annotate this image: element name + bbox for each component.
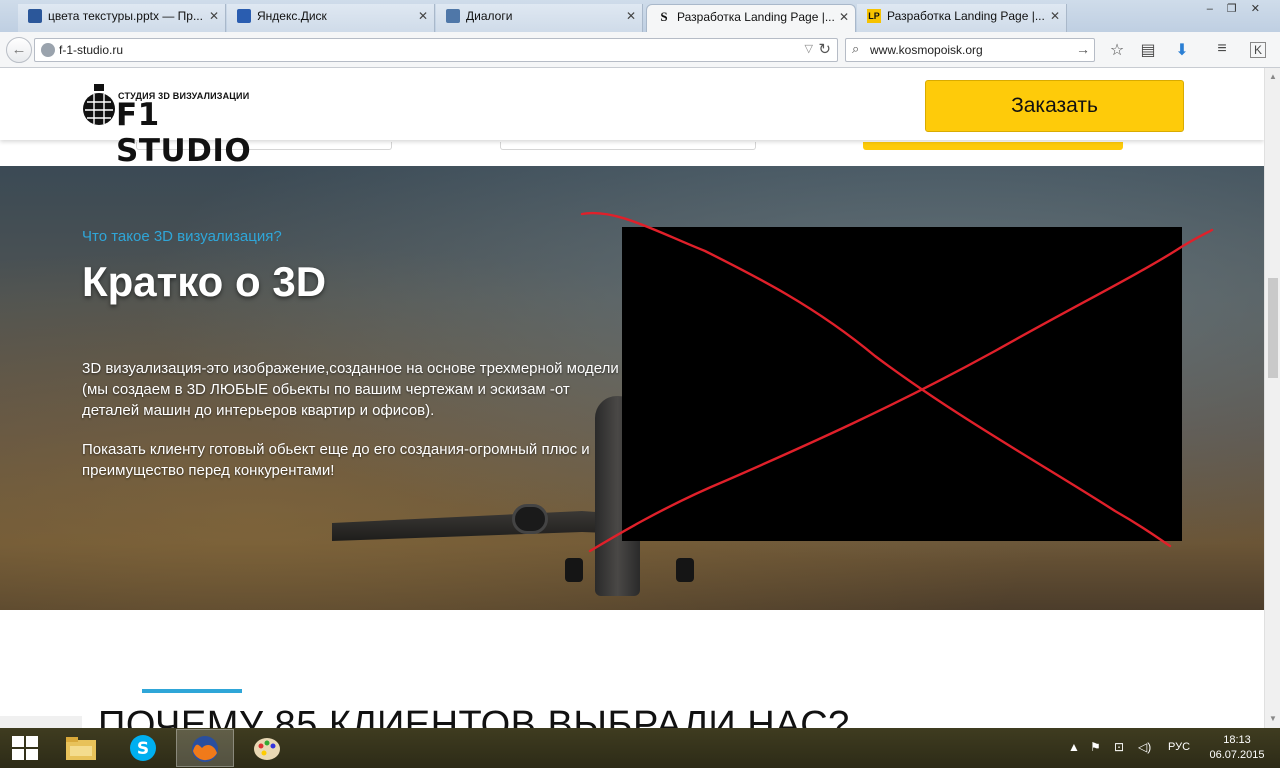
address-bar[interactable]: f-1-studio.ru ▽ ↻: [34, 38, 838, 62]
site-logo[interactable]: СТУДИЯ 3D ВИЗУАЛИЗАЦИИ F1 STUDIO: [82, 84, 292, 169]
firefox-icon[interactable]: [176, 729, 234, 767]
search-icon: ⌕: [852, 41, 860, 56]
k-extension-icon[interactable]: K: [1250, 42, 1266, 58]
page-viewport: СТУДИЯ 3D ВИЗУАЛИЗАЦИИ F1 STUDIO Заказат…: [0, 68, 1264, 728]
scroll-up-icon[interactable]: ▲: [1265, 72, 1280, 81]
chat-icon: [446, 9, 460, 23]
lp-logo-icon: LP: [867, 9, 881, 23]
hero-title: Кратко о 3D: [82, 258, 327, 305]
browser-tab-bar: цвета текстуры.pptx — Пр... ✕ Яндекс.Дис…: [0, 0, 1280, 32]
globe-icon: [41, 43, 55, 57]
section-heading: ПОЧЕМУ 85 КЛИЕНТОВ ВЫБРАЛИ НАС?: [98, 704, 850, 728]
clock[interactable]: 18:13 06.07.2015: [1204, 733, 1270, 763]
tab-label: цвета текстуры.pptx — Пр...: [48, 9, 203, 23]
network-icon[interactable]: ⊡: [1114, 740, 1124, 754]
tab-landing-page-active[interactable]: S Разработка Landing Page |... ✕: [646, 4, 856, 32]
page-scrollbar[interactable]: ▲ ▼: [1264, 68, 1280, 728]
close-icon[interactable]: ✕: [418, 4, 428, 28]
grenade-logo-icon: [83, 84, 115, 125]
menu-icon[interactable]: ≡: [1212, 40, 1232, 58]
browser-nav-bar: ← f-1-studio.ru ▽ ↻ ⌕ www.kosmopoisk.org…: [0, 32, 1280, 68]
s-logo-icon: S: [660, 9, 668, 24]
disk-icon: [237, 9, 251, 23]
tab-yandex-disk[interactable]: Яндекс.Диск ✕: [227, 4, 435, 32]
back-arrow-icon: ←: [11, 41, 27, 58]
tab-landing-page-lp[interactable]: LP Разработка Landing Page |... ✕: [857, 4, 1067, 32]
volume-icon[interactable]: ◁): [1138, 740, 1151, 754]
reload-icon[interactable]: ↻: [818, 40, 831, 58]
language-indicator[interactable]: РУС: [1168, 741, 1190, 753]
tray-expand-icon[interactable]: ▲: [1068, 740, 1080, 754]
form-submit-partial[interactable]: [863, 142, 1123, 150]
go-arrow-icon[interactable]: →: [1076, 41, 1090, 57]
scroll-down-icon[interactable]: ▼: [1265, 714, 1280, 723]
document-icon: [28, 9, 42, 23]
skype-icon[interactable]: S: [114, 729, 172, 767]
url-text[interactable]: f-1-studio.ru: [59, 43, 123, 57]
hero-paragraph-1: 3D визуализация-это изображение,созданно…: [82, 360, 619, 419]
paint-icon[interactable]: [238, 729, 296, 767]
hero-kicker: Что такое 3D визуализация?: [82, 228, 282, 245]
back-button[interactable]: ←: [6, 37, 32, 63]
svg-text:S: S: [137, 739, 149, 759]
search-bar[interactable]: ⌕ www.kosmopoisk.org →: [845, 38, 1095, 62]
download-icon[interactable]: ⬇: [1172, 40, 1192, 60]
site-header: СТУДИЯ 3D ВИЗУАЛИЗАЦИИ F1 STUDIO Заказат…: [0, 68, 1264, 169]
close-icon[interactable]: ✕: [209, 4, 219, 28]
tab-label: Диалоги: [466, 9, 513, 23]
windows-start-icon[interactable]: [12, 736, 38, 760]
logo-text: F1 STUDIO: [116, 97, 252, 169]
airplane-engine: [512, 504, 548, 534]
reading-list-icon[interactable]: ▤: [1138, 40, 1158, 60]
side-widget-strip: [0, 716, 82, 728]
tab-pptx[interactable]: цвета текстуры.pptx — Пр... ✕: [18, 4, 226, 32]
tab-label: Разработка Landing Page |...: [677, 10, 835, 24]
dropdown-icon[interactable]: ▽: [805, 42, 813, 55]
clock-date: 06.07.2015: [1209, 749, 1265, 761]
hero-paragraph-2: Показать клиенту готовый обьект еще до е…: [82, 441, 590, 479]
bookmark-star-icon[interactable]: ☆: [1107, 40, 1127, 60]
window-controls[interactable]: –❐✕: [1207, 2, 1274, 15]
tab-dialogs[interactable]: Диалоги ✕: [436, 4, 643, 32]
tab-label: Яндекс.Диск: [257, 9, 327, 23]
section-accent-line: [142, 689, 242, 693]
scroll-thumb[interactable]: [1268, 278, 1278, 378]
red-cross-mark: [580, 211, 1214, 553]
clock-time: 18:13: [1223, 734, 1251, 746]
tab-label: Разработка Landing Page |...: [887, 9, 1045, 23]
action-center-icon[interactable]: ⚑: [1090, 740, 1101, 754]
windows-taskbar: S ▲ ⚑ ⊡ ◁) РУС 18:13 06.07.2015: [0, 728, 1280, 768]
close-icon[interactable]: ✕: [1050, 4, 1060, 28]
close-icon[interactable]: ✕: [626, 4, 636, 28]
search-input[interactable]: www.kosmopoisk.org: [870, 43, 983, 57]
order-button[interactable]: Заказать: [925, 80, 1184, 132]
file-explorer-icon[interactable]: [52, 729, 110, 767]
hero-section: Что такое 3D визуализация? Кратко о 3D 3…: [0, 166, 1264, 610]
close-icon[interactable]: ✕: [839, 5, 849, 29]
form-field-partial[interactable]: [500, 142, 756, 150]
